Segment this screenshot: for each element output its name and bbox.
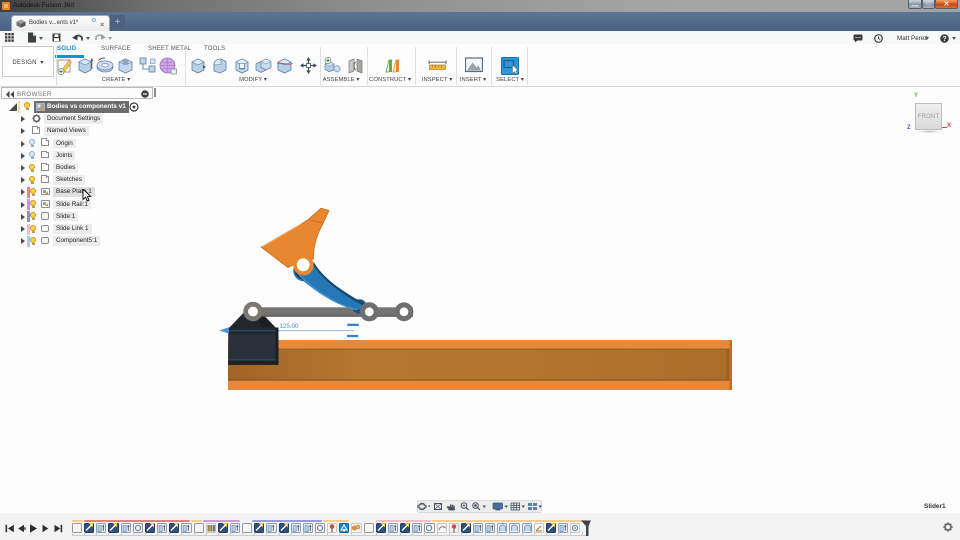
svg-text:125.00: 125.00	[280, 323, 299, 330]
svg-text:?: ?	[942, 36, 946, 43]
